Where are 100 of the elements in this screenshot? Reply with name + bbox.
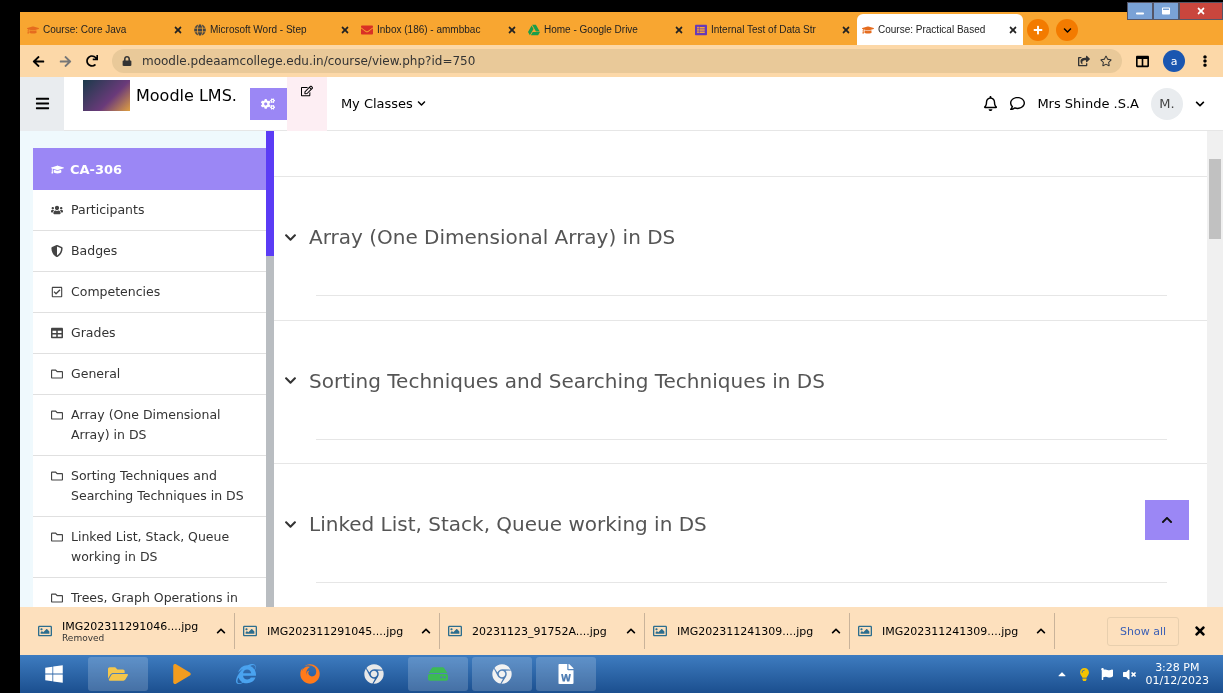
sidebar-item[interactable]: Linked List, Stack, Queue working in DS: [33, 517, 266, 578]
close-icon[interactable]: [507, 24, 517, 35]
drive-icon: [428, 664, 448, 684]
gears-icon: [261, 96, 276, 111]
chevron-up-icon: [1161, 514, 1173, 526]
section-heading[interactable]: Array (One Dimensional Array) in DS: [284, 225, 1207, 249]
profile-avatar[interactable]: a: [1163, 50, 1185, 72]
browser-taskbar-icon[interactable]: [472, 657, 532, 691]
sidebar-item[interactable]: General: [33, 354, 266, 395]
maximize-button[interactable]: [1153, 2, 1179, 20]
maximize-icon: [1162, 7, 1170, 15]
browser-tab[interactable]: Home - Google Drive: [523, 14, 689, 45]
download-item[interactable]: IMG202311291045....jpg: [235, 613, 440, 649]
chevron-down-icon: [1062, 25, 1072, 35]
download-item[interactable]: IMG202311241309....jpg: [850, 613, 1055, 649]
image-file-icon: [858, 624, 872, 638]
close-icon[interactable]: [674, 24, 684, 35]
close-icon[interactable]: [1193, 624, 1207, 638]
close-icon[interactable]: [173, 24, 183, 35]
back-icon[interactable]: [32, 54, 45, 68]
address-field[interactable]: moodle.pdeaamcollege.edu.in/course/view.php?id=750: [112, 49, 1122, 73]
sidebar-item[interactable]: Badges: [33, 231, 266, 272]
chrome-logo-icon: [364, 664, 384, 684]
image-file-icon: [38, 624, 52, 638]
clock[interactable]: 3:28 PM 01/12/2023: [1145, 661, 1209, 687]
folder-icon: [108, 664, 128, 684]
browser-tab[interactable]: Course: Practical Based: [857, 14, 1023, 45]
chevron-up-icon[interactable]: [831, 626, 841, 636]
show-all-button[interactable]: Show all: [1106, 616, 1179, 646]
scrollbar-thumb[interactable]: [1209, 159, 1221, 239]
close-icon[interactable]: [340, 24, 350, 35]
flag-icon[interactable]: [1100, 668, 1113, 680]
star-icon[interactable]: [1100, 55, 1112, 67]
lock-icon: [122, 56, 132, 66]
new-tab-button[interactable]: [1027, 19, 1049, 41]
sidebar-item[interactable]: Participants: [33, 190, 266, 231]
user-avatar[interactable]: M.: [1151, 87, 1183, 120]
sidebar-scrollbar-thumb[interactable]: [266, 131, 274, 256]
image-file-icon: [653, 624, 667, 638]
browser-tab[interactable]: Microsoft Word - Step: [189, 14, 355, 45]
e-logo-icon: [236, 664, 256, 684]
close-icon[interactable]: [841, 24, 851, 35]
document-icon: [556, 664, 576, 684]
caret-icon: [416, 99, 426, 108]
form-icon: [695, 23, 707, 36]
drive-icon: [528, 23, 540, 36]
minimize-button[interactable]: [1127, 2, 1153, 20]
users-icon: [51, 204, 63, 216]
message-icon[interactable]: [1010, 96, 1026, 111]
checkbox-icon: [51, 286, 63, 298]
bulb-icon[interactable]: [1077, 667, 1091, 681]
folder-icon: [51, 592, 63, 604]
reload-icon[interactable]: [86, 55, 98, 67]
windows-logo-icon: [44, 664, 64, 684]
my-classes-menu[interactable]: My Classes: [340, 96, 426, 111]
folder-icon: [51, 531, 63, 543]
image-file-icon: [243, 624, 257, 638]
table-icon: [51, 327, 63, 339]
cap-icon: [862, 23, 874, 36]
menu-button[interactable]: [20, 76, 64, 131]
settings-button[interactable]: [249, 87, 287, 120]
word-taskbar-icon[interactable]: [536, 657, 596, 691]
section-heading[interactable]: Sorting Techniques and Searching Techniques in DS: [284, 368, 1207, 393]
tab-search-button[interactable]: [1056, 19, 1078, 41]
chevron-up-icon[interactable]: [626, 626, 636, 636]
folder-icon: [51, 368, 63, 380]
shield-icon: [51, 245, 63, 257]
mail-icon: [361, 23, 373, 36]
user-name[interactable]: Mrs Shinde .S.A: [1037, 96, 1139, 111]
folder-icon: [51, 409, 63, 421]
sidebar-item[interactable]: Competencies: [33, 272, 266, 313]
chevron-up-icon[interactable]: [216, 626, 226, 636]
edit-button[interactable]: [286, 76, 327, 131]
close-icon: [1196, 6, 1206, 16]
logo-image: [83, 80, 130, 111]
share-icon[interactable]: [1078, 55, 1090, 67]
sidebar-item[interactable]: Trees, Graph Operations in: [33, 578, 266, 607]
globe-icon: [194, 23, 206, 36]
site-name[interactable]: Moodle LMS.: [136, 86, 237, 105]
close-button[interactable]: [1179, 2, 1223, 20]
sidebar-item[interactable]: Array (One Dimensional Array) in DS: [33, 395, 266, 456]
notification-icon[interactable]: [983, 96, 999, 111]
download-item[interactable]: IMG202311241309....jpg: [645, 613, 850, 649]
side-panel-icon[interactable]: [1136, 54, 1149, 68]
chevron-up-icon[interactable]: [421, 626, 431, 636]
forward-icon[interactable]: [59, 54, 72, 68]
chevron-up-icon[interactable]: [1036, 626, 1046, 636]
browser-tab[interactable]: Course: Core Java: [22, 14, 188, 45]
sidebar-item[interactable]: Sorting Techniques and Searching Techniques in DS: [33, 456, 266, 517]
browser-tab[interactable]: Internal Test of Data Str: [690, 14, 856, 45]
chrome-logo-icon: [492, 664, 512, 684]
close-icon[interactable]: [1008, 24, 1018, 35]
browser-tab[interactable]: Inbox (186) - ammbbac: [356, 14, 522, 45]
section-heading[interactable]: Linked List, Stack, Queue working in DS: [284, 512, 1207, 537]
sidebar-item[interactable]: Grades: [33, 313, 266, 354]
download-item[interactable]: 20231123_91752A....jpg: [440, 613, 645, 649]
plus-icon: [1033, 25, 1043, 35]
caret-icon[interactable]: [1195, 98, 1205, 109]
volume-muted-icon[interactable]: [1122, 667, 1136, 681]
download-item[interactable]: IMG202311291046....jpg Removed: [30, 613, 235, 649]
